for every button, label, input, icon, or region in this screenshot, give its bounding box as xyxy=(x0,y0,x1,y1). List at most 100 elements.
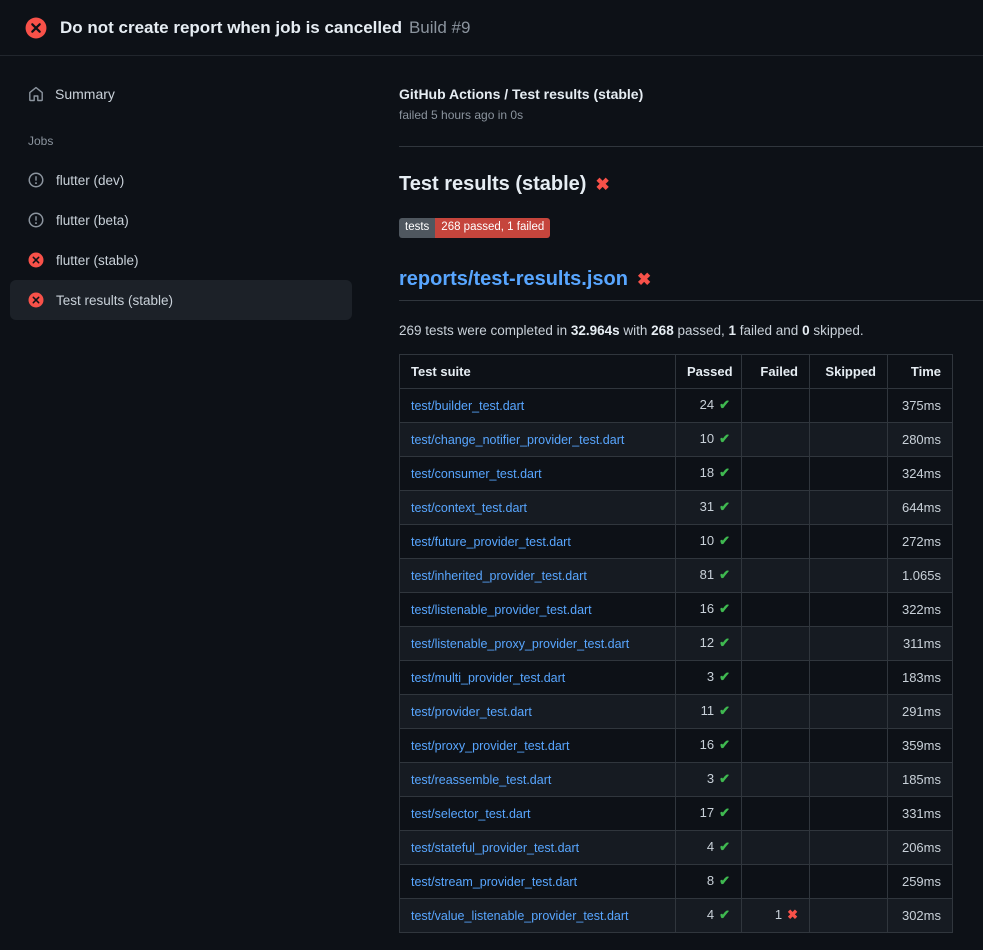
skipped-cell xyxy=(810,796,888,830)
check-icon: ✔ xyxy=(719,601,730,616)
suite-link[interactable]: test/reassemble_test.dart xyxy=(411,773,551,787)
failed-cell xyxy=(742,796,810,830)
skipped-cell xyxy=(810,626,888,660)
failed-cell xyxy=(742,388,810,422)
table-row: test/future_provider_test.dart10✔272ms xyxy=(400,524,953,558)
page-title: Do not create report when job is cancell… xyxy=(60,18,470,38)
suite-link[interactable]: test/builder_test.dart xyxy=(411,399,524,413)
sidebar-item-summary[interactable]: Summary xyxy=(10,78,352,110)
check-icon: ✔ xyxy=(719,805,730,820)
alert-circle-icon xyxy=(28,172,44,188)
table-row: test/consumer_test.dart 18✔ 324ms xyxy=(400,456,953,490)
suite-link[interactable]: test/proxy_provider_test.dart xyxy=(411,739,569,753)
x-circle-icon xyxy=(28,292,44,308)
suite-cell: test/selector_test.dart xyxy=(400,796,676,830)
suite-link[interactable]: test/provider_test.dart xyxy=(411,705,532,719)
time-cell: 280ms xyxy=(888,422,953,456)
table-row: test/proxy_provider_test.dart16✔359ms xyxy=(400,728,953,762)
skipped-cell xyxy=(810,864,888,898)
time-cell: 311ms xyxy=(888,626,953,660)
skipped-cell xyxy=(810,660,888,694)
skipped-cell xyxy=(810,762,888,796)
alert-circle-icon xyxy=(28,212,44,228)
time-cell: 206ms xyxy=(888,830,953,864)
time-cell: 644ms xyxy=(888,490,953,524)
time-cell: 183ms xyxy=(888,660,953,694)
check-icon: ✔ xyxy=(719,431,730,446)
failed-cell xyxy=(742,524,810,558)
job-label: Test results (stable) xyxy=(56,293,173,308)
suite-link[interactable]: test/inherited_provider_test.dart xyxy=(411,569,587,583)
table-row: test/builder_test.dart24✔375ms xyxy=(400,388,953,422)
time-cell: 324ms xyxy=(888,456,953,490)
suite-cell: test/change_notifier_provider_test.dart xyxy=(400,422,676,456)
failed-cell xyxy=(742,592,810,626)
table-row: test/selector_test.dart17✔331ms xyxy=(400,796,953,830)
passed-cell: 24✔ xyxy=(676,388,742,422)
suite-link[interactable]: test/context_test.dart xyxy=(411,501,527,515)
results-table: Test suite Passed Failed Skipped Time te… xyxy=(399,354,953,933)
summary-text: 269 tests were completed in 32.964s with… xyxy=(399,323,983,338)
passed-cell: 4✔ xyxy=(676,830,742,864)
failed-cell xyxy=(742,694,810,728)
tests-badge: tests 268 passed, 1 failed xyxy=(399,218,550,238)
time-cell: 1.065s xyxy=(888,558,953,592)
cross-mark-icon: ✖ xyxy=(637,271,651,288)
jobs-section-label: Jobs xyxy=(28,134,352,148)
suite-cell: test/listenable_provider_test.dart xyxy=(400,592,676,626)
suite-link[interactable]: test/listenable_proxy_provider_test.dart xyxy=(411,637,629,651)
section-title-text: Test results (stable) xyxy=(399,173,586,196)
suite-link[interactable]: test/consumer_test.dart xyxy=(411,467,542,481)
suite-link[interactable]: test/listenable_provider_test.dart xyxy=(411,603,592,617)
skipped-cell xyxy=(810,728,888,762)
sidebar-jobs-list: flutter (dev)flutter (beta)flutter (stab… xyxy=(10,160,352,320)
check-icon: ✔ xyxy=(719,669,730,684)
suite-link[interactable]: test/multi_provider_test.dart xyxy=(411,671,565,685)
sidebar-item-flutter-stable[interactable]: flutter (stable) xyxy=(10,240,352,280)
passed-cell: 16✔ xyxy=(676,728,742,762)
suite-link[interactable]: test/stateful_provider_test.dart xyxy=(411,841,579,855)
table-row: test/multi_provider_test.dart3✔183ms xyxy=(400,660,953,694)
x-icon: ✖ xyxy=(787,907,798,922)
skipped-cell xyxy=(810,490,888,524)
passed-cell: 11✔ xyxy=(676,694,742,728)
sidebar-item-flutter-beta[interactable]: flutter (beta) xyxy=(10,200,352,240)
suite-link[interactable]: test/change_notifier_provider_test.dart xyxy=(411,433,624,447)
suite-cell: test/multi_provider_test.dart xyxy=(400,660,676,694)
suite-cell: test/listenable_proxy_provider_test.dart xyxy=(400,626,676,660)
passed-cell: 17✔ xyxy=(676,796,742,830)
passed-cell: 18✔ xyxy=(676,456,742,490)
sidebar-item-test-results-stable[interactable]: Test results (stable) xyxy=(10,280,352,320)
check-icon: ✔ xyxy=(719,907,730,922)
suite-cell: test/stream_provider_test.dart xyxy=(400,864,676,898)
badge-label: tests xyxy=(399,218,435,238)
failed-cell xyxy=(742,490,810,524)
col-header-failed: Failed xyxy=(742,354,810,388)
sidebar-item-flutter-dev[interactable]: flutter (dev) xyxy=(10,160,352,200)
failed-cell xyxy=(742,626,810,660)
suite-link[interactable]: test/future_provider_test.dart xyxy=(411,535,571,549)
status-line: failed 5 hours ago in 0s xyxy=(399,108,983,122)
build-number: Build #9 xyxy=(409,18,470,37)
skipped-cell xyxy=(810,830,888,864)
check-icon: ✔ xyxy=(719,465,730,480)
suite-link[interactable]: test/value_listenable_provider_test.dart xyxy=(411,909,629,923)
home-icon xyxy=(28,86,44,102)
skipped-cell xyxy=(810,592,888,626)
failed-cell xyxy=(742,728,810,762)
x-circle-icon xyxy=(25,17,47,39)
check-icon: ✔ xyxy=(719,839,730,854)
suite-link[interactable]: test/stream_provider_test.dart xyxy=(411,875,577,889)
table-row: test/inherited_provider_test.dart81✔1.06… xyxy=(400,558,953,592)
suite-cell: test/stateful_provider_test.dart xyxy=(400,830,676,864)
header: Do not create report when job is cancell… xyxy=(0,0,983,56)
col-header-time: Time xyxy=(888,354,953,388)
cross-mark-icon: ✖ xyxy=(595,176,609,193)
table-row: test/context_test.dart31✔644ms xyxy=(400,490,953,524)
skipped-cell xyxy=(810,558,888,592)
passed-cell: 4✔ xyxy=(676,898,742,932)
report-link[interactable]: reports/test-results.json xyxy=(399,268,628,291)
suite-link[interactable]: test/selector_test.dart xyxy=(411,807,531,821)
suite-cell: test/builder_test.dart xyxy=(400,388,676,422)
divider xyxy=(399,146,983,147)
